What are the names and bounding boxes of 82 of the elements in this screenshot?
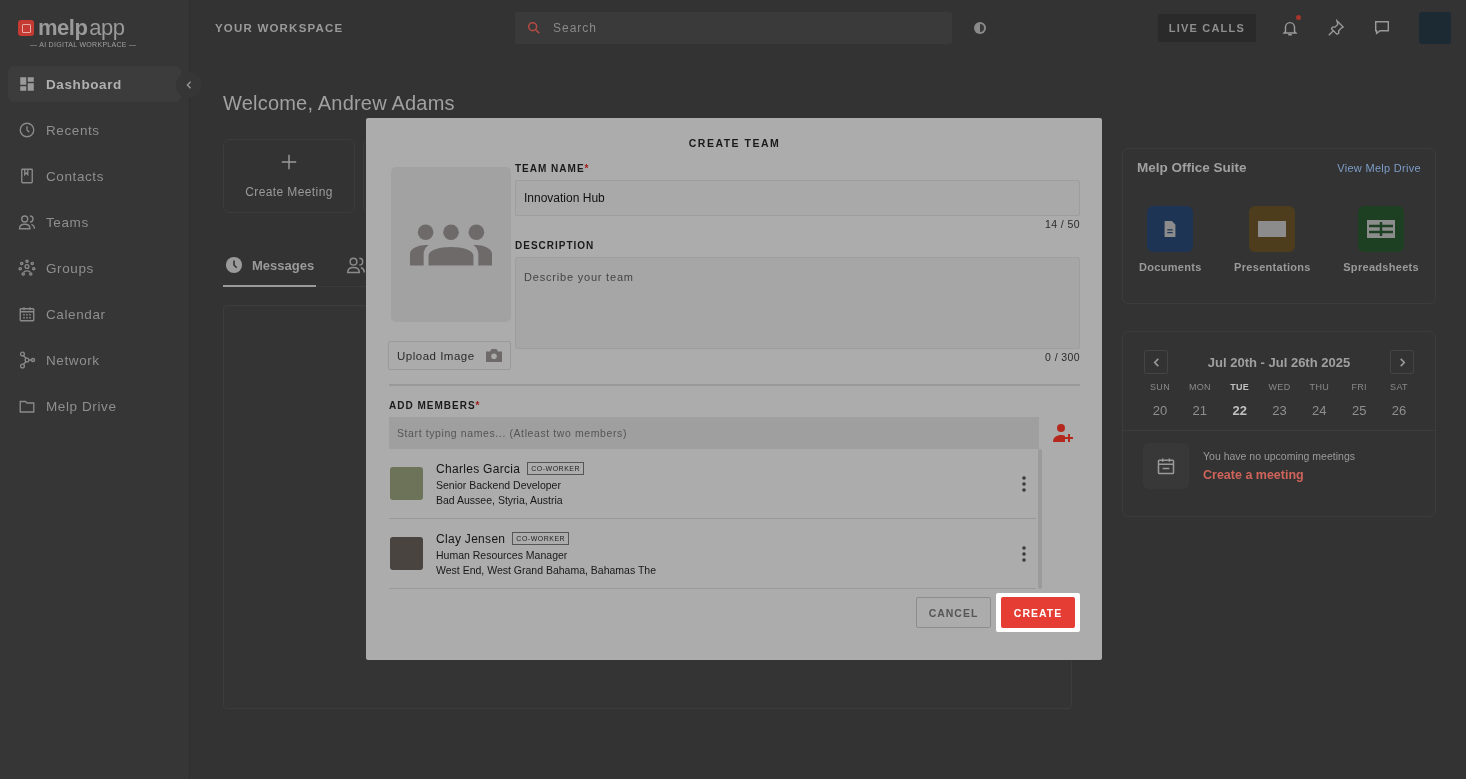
sidebar-item[interactable]: Network <box>8 342 181 378</box>
calendar-date[interactable]: 26 <box>1391 403 1407 418</box>
calendar-date[interactable]: 23 <box>1272 403 1287 418</box>
card-title: Melp Office Suite <box>1137 160 1247 175</box>
book-icon <box>18 167 36 185</box>
character-count: 0 / 300 <box>1045 351 1080 363</box>
member-name: Charles Garcia <box>436 461 521 476</box>
previous-week-button[interactable] <box>1144 350 1168 374</box>
chevron-left-icon <box>185 80 193 90</box>
cancel-button[interactable]: CANCEL <box>916 597 991 628</box>
calendar-date[interactable]: 25 <box>1351 403 1367 418</box>
create-button[interactable]: CREATE <box>1001 597 1075 628</box>
search-icon <box>527 21 541 35</box>
dialog-title: CREATE TEAM <box>687 137 782 149</box>
weekday-label: MON <box>1188 382 1211 392</box>
team-name-field[interactable]: Innovation Hub <box>515 180 1080 216</box>
action-card[interactable]: Create Meeting <box>223 139 355 213</box>
sidebar-item[interactable]: Groups <box>8 250 181 286</box>
people-icon <box>346 255 367 275</box>
weekday-label: TUE <box>1230 382 1250 392</box>
chevron-left-icon <box>1151 356 1161 368</box>
tab[interactable]: Messages <box>223 255 317 287</box>
groups-icon <box>18 259 36 277</box>
weekday-label: FRI <box>1351 382 1367 392</box>
app-tile[interactable]: Spreadsheets <box>1343 206 1419 273</box>
week-range: Jul 20th - Jul 26th 2025 <box>1207 354 1351 370</box>
weekday-label: THU <box>1309 382 1329 392</box>
dashboard-icon <box>18 75 36 93</box>
welcome-heading: Welcome, Andrew Adams <box>223 92 456 115</box>
member-title: Senior Backend Developer <box>436 478 562 491</box>
member-location: West End, West Grand Bahama, Bahamas The <box>436 563 658 576</box>
live-calls-button[interactable]: LIVE CALLS <box>1157 14 1256 42</box>
member-location: Bad Aussee, Styria, Austria <box>436 493 564 506</box>
no-meetings-text: You have no upcoming meetings <box>1203 450 1355 462</box>
sidebar-item[interactable]: Teams <box>8 204 181 240</box>
bell-icon[interactable] <box>1281 18 1299 38</box>
weekday-label: WED <box>1268 382 1291 392</box>
next-week-button[interactable] <box>1390 350 1414 374</box>
upload-image-button[interactable]: Upload Image <box>388 341 511 370</box>
weekday-label: SAT <box>1390 382 1408 392</box>
sidebar-item[interactable]: Contacts <box>8 158 181 194</box>
camera-icon <box>486 349 502 362</box>
sidebar-item[interactable]: Dashboard <box>8 66 181 102</box>
chevron-right-icon <box>1397 356 1407 368</box>
calendar-date[interactable]: 20 <box>1152 403 1168 418</box>
search-field[interactable]: Search <box>515 12 952 44</box>
sidebar-item[interactable]: Calendar <box>8 296 181 332</box>
create-meeting-link[interactable]: Create a meeting <box>1203 468 1355 482</box>
more-icon[interactable] <box>1022 475 1026 492</box>
logo-icon <box>18 20 34 36</box>
team-icon <box>410 223 492 266</box>
pin-icon[interactable] <box>1327 19 1345 37</box>
sidebar-item[interactable]: Melp Drive <box>8 388 181 424</box>
calendar-date[interactable]: 21 <box>1192 403 1208 418</box>
view-drive-link[interactable]: View Melp Drive <box>1337 161 1421 174</box>
weekday-label: SUN <box>1150 382 1170 392</box>
description-field[interactable]: Describe your team <box>515 257 1080 349</box>
members-field[interactable]: Start typing names... (Atleast two members) <box>389 417 1039 449</box>
app-tile[interactable]: Documents <box>1139 206 1202 273</box>
calendar-date[interactable]: 22 <box>1232 403 1247 418</box>
network-icon <box>18 351 36 369</box>
calendar-date[interactable]: 24 <box>1312 403 1327 418</box>
people-icon <box>18 213 36 231</box>
field-label: TEAM NAME* <box>515 163 591 174</box>
plus-icon <box>280 153 298 171</box>
calendar-icon <box>18 305 36 323</box>
field-label: DESCRIPTION <box>515 240 596 251</box>
logo-text: melpapp <box>38 16 125 40</box>
clock-icon <box>225 256 243 274</box>
app-tile[interactable]: Presentations <box>1234 206 1311 273</box>
member-name: Clay Jensen <box>436 531 506 546</box>
member-title: Human Resources Manager <box>436 548 569 561</box>
character-count: 14 / 50 <box>1045 218 1080 230</box>
more-icon[interactable] <box>1022 545 1026 562</box>
workspace-title: YOUR WORKSPACE <box>215 22 345 34</box>
clock-icon <box>18 121 36 139</box>
calendar-icon <box>1143 443 1189 489</box>
chat-icon[interactable] <box>1373 19 1391 37</box>
add-person-icon[interactable] <box>1053 423 1073 443</box>
sidebar-item[interactable]: Recents <box>8 112 181 148</box>
field-label: ADD MEMBERS* <box>389 400 482 411</box>
theme-toggle-icon[interactable] <box>972 20 988 36</box>
